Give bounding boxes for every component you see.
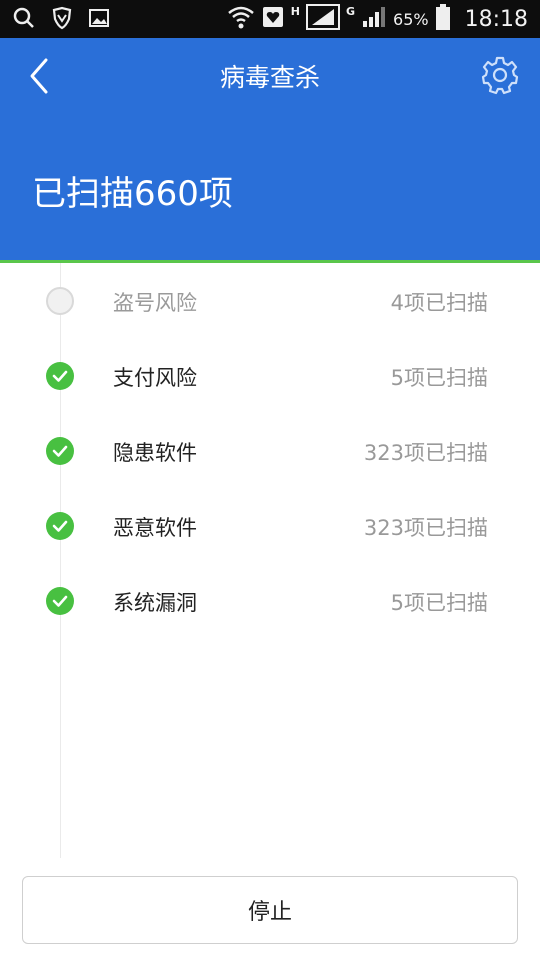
battery-percent: 65%	[393, 9, 429, 29]
wifi-icon	[227, 4, 255, 34]
scan-item-count: 5项已扫描	[390, 591, 488, 615]
signal-icon	[306, 4, 340, 34]
scan-item-name: 盗号风险	[113, 291, 197, 315]
shield-icon	[50, 6, 74, 34]
network-type-g: G	[346, 4, 356, 18]
page-title: 病毒查杀	[219, 63, 320, 92]
scan-item-system-vulnerability: 系统漏洞 5项已扫描	[0, 571, 540, 631]
scan-item-payment-risk: 支付风险 5项已扫描	[0, 346, 540, 406]
header: 病毒查杀 已扫描660项	[0, 38, 540, 260]
scan-item-list: 盗号风险 4项已扫描 支付风险 5项已扫描 隐患软件 323项已扫描 恶意软件 …	[0, 263, 540, 863]
scan-item-count: 323项已扫描	[363, 516, 488, 540]
battery-icon	[435, 3, 451, 35]
settings-button[interactable]	[480, 55, 520, 95]
pending-icon	[46, 287, 74, 315]
search-icon	[12, 6, 36, 34]
scan-item-name: 隐患软件	[113, 441, 197, 465]
scan-item-count: 323项已扫描	[363, 441, 488, 465]
scan-item-malware: 恶意软件 323项已扫描	[0, 496, 540, 556]
image-icon	[88, 7, 110, 33]
scan-item-name: 系统漏洞	[113, 591, 197, 615]
clock: 18:18	[464, 6, 528, 32]
scan-item-hidden-risk-software: 隐患软件 323项已扫描	[0, 421, 540, 481]
stop-button[interactable]: 停止	[22, 876, 518, 944]
status-bar: H G 65% 18:18	[0, 0, 540, 38]
scan-item-count: 4项已扫描	[390, 291, 488, 315]
network-type-h: H	[290, 4, 300, 18]
scan-item-account-theft-risk: 盗号风险 4项已扫描	[0, 271, 540, 331]
check-circle-icon	[46, 437, 74, 465]
scanned-summary: 已扫描660项	[32, 174, 233, 214]
check-circle-icon	[46, 587, 74, 615]
check-circle-icon	[46, 512, 74, 540]
scan-item-count: 5项已扫描	[390, 366, 488, 390]
signal-icon	[361, 5, 387, 33]
heart-icon	[261, 5, 285, 33]
scan-item-name: 恶意软件	[113, 516, 197, 540]
scan-item-name: 支付风险	[113, 366, 197, 390]
check-circle-icon	[46, 362, 74, 390]
gear-icon	[481, 56, 519, 95]
